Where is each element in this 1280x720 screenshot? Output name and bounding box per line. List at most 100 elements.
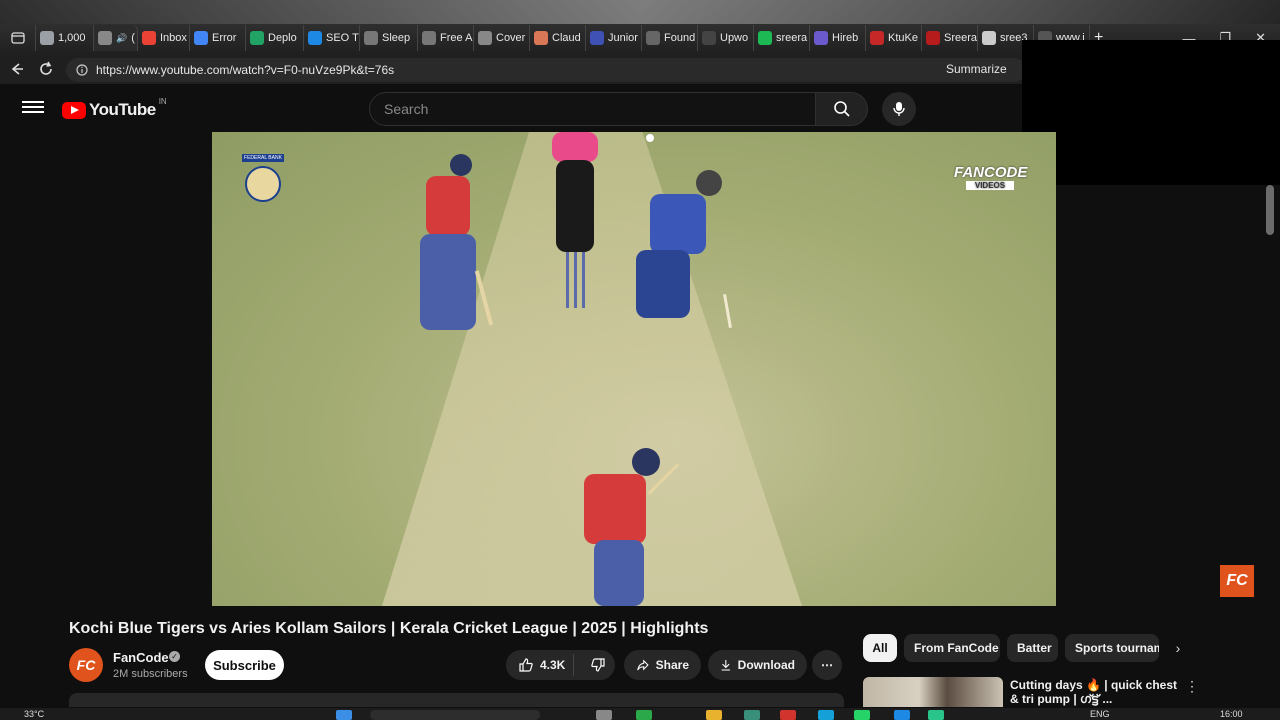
start-icon[interactable] <box>336 710 352 720</box>
league-logo: FEDERAL BANK <box>242 154 284 216</box>
fancode-watermark: FANCODE VIDEOS <box>954 164 1028 190</box>
video-player[interactable]: FEDERAL BANK FANCODE VIDEOS <box>212 132 1056 606</box>
tab-favicon-icon <box>194 31 208 45</box>
hamburger-menu-icon[interactable] <box>22 98 44 118</box>
browser-tab[interactable]: Cover <box>474 25 530 51</box>
language-indicator[interactable]: ENG <box>1090 709 1110 719</box>
recommendation-thumbnail[interactable] <box>863 677 1003 707</box>
tab-label: KtuKe <box>888 32 918 44</box>
recommendation-more-icon[interactable]: ⋮ <box>1185 678 1199 695</box>
browser-tab[interactable]: Inbox <box>138 25 190 51</box>
thumbs-up-icon <box>519 658 533 672</box>
like-dislike-group: 4.3K <box>506 650 615 680</box>
batter-pads <box>420 234 476 330</box>
reload-icon[interactable] <box>38 61 54 80</box>
browser-tab[interactable]: Hireb <box>810 25 866 51</box>
tab-label: Free A <box>440 32 473 44</box>
tab-label: 1,000 <box>58 32 86 44</box>
browser-tab[interactable]: Claud <box>530 25 586 51</box>
channel-avatar[interactable]: FC <box>69 648 103 682</box>
screen-overlay <box>1022 40 1280 185</box>
app-icon[interactable] <box>636 710 652 720</box>
tab-label: Inbox <box>160 32 187 44</box>
chip-batter[interactable]: Batter <box>1007 634 1058 662</box>
clock[interactable]: 16:00 <box>1220 709 1243 719</box>
youtube-logo[interactable]: YouTube IN <box>62 97 167 120</box>
tab-label: sreera <box>776 32 808 44</box>
whatsapp-icon[interactable] <box>854 710 870 720</box>
vscode-icon[interactable] <box>894 710 910 720</box>
tab-label: Error <box>212 32 237 44</box>
tab-audio-icon[interactable]: 🔊 <box>116 33 127 44</box>
browser-tab[interactable]: SEO T <box>304 25 360 51</box>
taskbar-search[interactable] <box>370 710 540 720</box>
weather-widget[interactable]: 33°C <box>24 709 44 719</box>
page-scrollbar[interactable] <box>1266 185 1274 235</box>
tab-label: Found <box>664 32 696 44</box>
tab-favicon-icon <box>870 31 884 45</box>
chevron-right-icon[interactable]: › <box>1168 638 1188 658</box>
tab-favicon-icon <box>590 31 604 45</box>
url-field[interactable]: https://www.youtube.com/watch?v=F0-nuVze… <box>66 58 1026 82</box>
tab-favicon-icon <box>982 31 996 45</box>
browser-tab[interactable]: KtuKe <box>866 25 922 51</box>
umpire-trousers <box>556 160 594 252</box>
app-icon[interactable] <box>780 710 796 720</box>
browser-tab[interactable]: Junior <box>586 25 642 51</box>
app-icon[interactable] <box>928 710 944 720</box>
back-icon[interactable] <box>9 61 25 80</box>
site-info-icon[interactable] <box>76 64 88 76</box>
browser-tab[interactable]: Error <box>190 25 246 51</box>
voice-search-button[interactable] <box>882 92 916 126</box>
tab-favicon-icon <box>646 31 660 45</box>
chip-all[interactable]: All <box>863 634 897 662</box>
fancode-corner-logo: FC <box>1220 565 1254 597</box>
browser-tab[interactable]: Sleep <box>360 25 418 51</box>
youtube-wordmark: YouTube <box>89 100 156 119</box>
tab-label: Junior <box>608 32 638 44</box>
verified-badge-icon: ✓ <box>169 651 180 662</box>
browser-tab[interactable]: 🔊(✕ <box>94 25 138 51</box>
browser-tab[interactable]: 1,000 <box>36 25 94 51</box>
bowler-head <box>696 170 722 196</box>
bowler-trousers <box>636 250 690 318</box>
chip-from-fancode[interactable]: From FanCode <box>904 634 1000 662</box>
subscribe-button[interactable]: Subscribe <box>205 650 284 680</box>
app-icon[interactable] <box>818 710 834 720</box>
video-title: Kochi Blue Tigers vs Aries Kollam Sailor… <box>69 620 709 637</box>
channel-name[interactable]: FanCode <box>113 650 169 665</box>
tab-favicon-icon <box>98 31 112 45</box>
tab-favicon-icon <box>534 31 548 45</box>
share-button[interactable]: Share <box>624 650 701 680</box>
browser-tab[interactable]: sreera <box>754 25 810 51</box>
browser-tab[interactable]: Upwo <box>698 25 754 51</box>
tabs-container: 1,000🔊(✕InboxErrorDeploSEO TSleepFree AC… <box>36 25 1090 51</box>
app-icon[interactable] <box>596 710 612 720</box>
browser-tab[interactable]: Free A <box>418 25 474 51</box>
stump-marker <box>723 293 732 329</box>
browser-tab[interactable]: Found <box>642 25 698 51</box>
chip-sports-tournament[interactable]: Sports tournam <box>1065 634 1159 662</box>
tab-favicon-icon <box>926 31 940 45</box>
tab-favicon-icon <box>40 31 54 45</box>
download-button[interactable]: Download <box>708 650 807 680</box>
summarize-button[interactable]: Summarize <box>946 62 1007 76</box>
browser-icon[interactable] <box>744 710 760 720</box>
search-button[interactable] <box>816 92 868 126</box>
sidebar-toggle-icon[interactable] <box>0 25 36 51</box>
browser-tab[interactable]: Deplo <box>246 25 304 51</box>
like-button[interactable]: 4.3K <box>506 654 575 676</box>
folder-icon[interactable] <box>706 710 722 720</box>
more-actions-button[interactable]: ⋯ <box>812 650 842 680</box>
tab-favicon-icon <box>422 31 436 45</box>
subscriber-count: 2M subscribers <box>113 668 188 680</box>
tab-label: Sleep <box>382 32 411 44</box>
url-text: https://www.youtube.com/watch?v=F0-nuVze… <box>96 63 395 77</box>
description-box[interactable] <box>69 693 844 707</box>
search-input[interactable]: Search <box>369 92 816 126</box>
browser-tab[interactable]: Sreera <box>922 25 978 51</box>
recommendation-title[interactable]: Cutting days 🔥 | quick chest & tri pump … <box>1010 678 1180 708</box>
tab-favicon-icon <box>250 31 264 45</box>
dislike-button[interactable] <box>580 657 615 673</box>
search-icon <box>833 101 850 117</box>
